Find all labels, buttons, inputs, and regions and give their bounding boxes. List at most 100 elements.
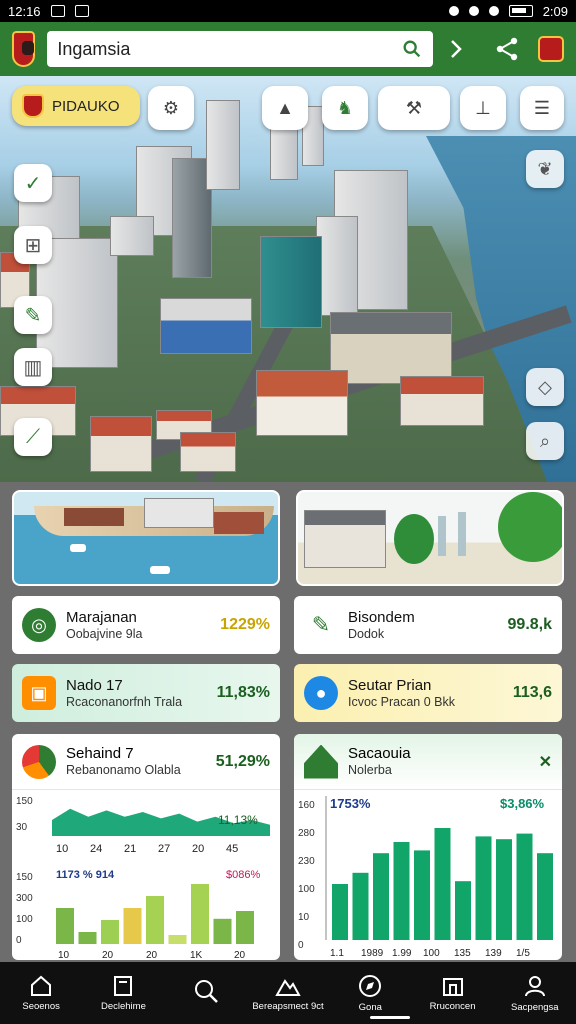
leaf-button[interactable]: ❦ (526, 150, 564, 188)
harbor-image-card[interactable] (12, 490, 280, 586)
building (330, 312, 452, 384)
bag-icon: ⊞ (24, 234, 42, 257)
stat-value: 113,6 (512, 684, 552, 701)
stat-card-bisondem[interactable]: ✎ Bisondem Dodok 99.8,k (294, 596, 562, 654)
bluetooth-icon (448, 6, 459, 16)
tree (498, 492, 562, 562)
leaf-icon: ✎ (304, 608, 338, 642)
calendar-icon (74, 5, 89, 17)
search-input[interactable] (57, 38, 402, 60)
stat-value: 99.8,k (507, 616, 552, 633)
left-chart-card[interactable]: Sehaind 7 Rebanonamo Olabla 51,29% 150 30… (12, 734, 280, 960)
nav-label: Rruconcen (429, 1000, 476, 1012)
left-chart-header: Sehaind 7 Rebanonamo Olabla 51,29% (12, 734, 280, 790)
stat-card-marajanan[interactable]: ◎ Marajanan Oobajvine 9la 1229% (12, 596, 280, 654)
bottom-nav: Seoenos Declehime Bereapsmect 9ct Gona R… (0, 962, 576, 1024)
check-icon: ✓ (24, 172, 42, 195)
flag-icon[interactable] (538, 34, 564, 64)
chevron-right-icon[interactable] (445, 34, 466, 64)
home-indicator (370, 1016, 410, 1019)
bar (434, 828, 451, 940)
city-map[interactable]: PIDAUKO ⚙ ▲ ♞ ⚒ ⊥ ☰ ✓ ⊞ ✎ ▥ ⟋ ❦ ◇ ⌕ (0, 76, 576, 482)
building (316, 216, 358, 316)
app-bar (0, 22, 576, 76)
right-chart-svg: 1753% $3,86%1602802301001001.1 1989 1.99 100… (298, 796, 553, 959)
bar (537, 853, 553, 940)
bar (352, 872, 369, 940)
boat (70, 544, 86, 552)
building (400, 376, 484, 426)
bar (455, 881, 471, 940)
app-logo[interactable] (12, 31, 36, 67)
status-time: 12:16 (8, 3, 41, 19)
bar (516, 833, 533, 940)
search-icon (194, 980, 218, 1003)
zoom-button[interactable]: ⌕ (526, 422, 564, 460)
signal-icon (488, 6, 499, 16)
building (260, 236, 322, 328)
x-tick-label: 45 (226, 843, 238, 855)
trash-button[interactable]: ▥ (14, 348, 52, 386)
pin-chip[interactable]: ⊥ (460, 86, 506, 130)
stat-card-seutar[interactable]: ● Seutar Prian Icvoc Pracan 0 Bkk 113,6 (294, 664, 562, 722)
edit-button[interactable]: ✎ (14, 296, 52, 334)
x-tick-label: 20 (102, 950, 114, 960)
building (160, 298, 252, 354)
search-icon[interactable] (401, 38, 423, 60)
y-tick-label: 100 (16, 914, 33, 925)
check-button[interactable]: ✓ (14, 164, 52, 202)
bar-chart-header-right: $086% (226, 869, 260, 881)
x-tick-label: 20 (192, 843, 204, 855)
share-icon[interactable] (494, 34, 520, 64)
document-chip[interactable]: ☰ (520, 86, 564, 130)
nav-item-home[interactable]: Seoenos (5, 975, 77, 1012)
pie-icon (22, 744, 56, 779)
right-chart-card[interactable]: Sacaouia Nolerba ✕ 1753% $3,86% 160 280 230 1… (294, 734, 562, 960)
building (304, 510, 386, 568)
nav-item-profile[interactable]: Sacpengsa (499, 974, 571, 1013)
search-box[interactable] (47, 31, 434, 67)
plaza-image-card[interactable] (296, 490, 564, 586)
x-tick-label: 100 (423, 948, 440, 959)
close-icon[interactable]: ✕ (539, 752, 552, 772)
nav-item-declehime[interactable]: Declehime (87, 975, 159, 1012)
tools-chip[interactable]: ⚒ (378, 86, 450, 130)
trash-icon: ▥ (23, 356, 43, 379)
tag-button[interactable]: ◇ (526, 368, 564, 406)
chart-subtitle: Nolerba (348, 763, 392, 777)
area-annotation: 11,13% (218, 813, 258, 827)
stat-card-nado[interactable]: ▣ Nado 17 Rcaconanorfnh Trala 11,83% (12, 664, 280, 722)
y-tick-label: 0 (298, 940, 304, 951)
chart-subtitle: Rebanonamo Olabla (66, 763, 181, 777)
walker-chip[interactable]: ♞ (322, 86, 368, 130)
y-tick-label: 0 (16, 935, 22, 946)
y-tick-label: 10 (298, 912, 310, 923)
bar (146, 896, 164, 944)
nav-item-gona[interactable]: Gona (334, 974, 406, 1013)
y-tick-label: 300 (16, 893, 33, 904)
nav-item-search[interactable] (170, 978, 242, 1008)
store-icon (442, 977, 463, 996)
district-chip[interactable]: PIDAUKO (12, 86, 140, 126)
slash-button[interactable]: ⟋ (14, 418, 52, 456)
nav-item-map[interactable]: Bereapsmect 9ct (252, 975, 324, 1012)
building (256, 370, 348, 436)
chart-header-left: 1753% (330, 796, 371, 811)
y-tick-label: 150 (16, 796, 33, 807)
y-tick-label: 30 (16, 822, 28, 833)
gear-chip[interactable]: ⚙ (148, 86, 194, 130)
box-icon: ▣ (22, 676, 56, 710)
bag-button[interactable]: ⊞ (14, 226, 52, 264)
gear-icon: ⚙ (162, 97, 180, 118)
building (90, 416, 152, 472)
chart-value: 51,29% (215, 752, 270, 770)
status-bar: 12:16 2:09 (0, 0, 576, 22)
nav-label: Declehime (100, 1000, 146, 1012)
arrow-chip[interactable]: ▲ (262, 86, 308, 130)
x-tick-label: 24 (90, 843, 102, 855)
building (206, 100, 240, 190)
x-tick-label: 21 (124, 843, 136, 855)
nav-item-rruconcen[interactable]: Rruconcen (417, 975, 489, 1012)
building (110, 216, 154, 256)
bar (101, 920, 119, 944)
